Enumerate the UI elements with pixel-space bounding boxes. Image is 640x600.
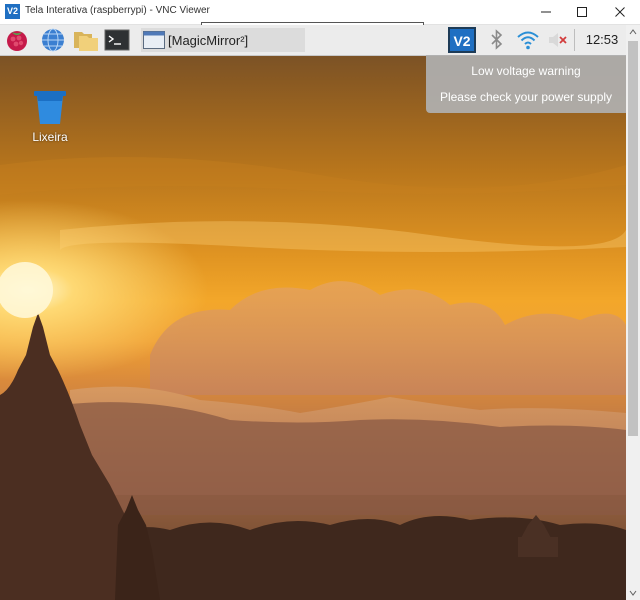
web-browser-launcher[interactable]: [40, 28, 66, 52]
chevron-up-icon: [629, 29, 637, 35]
terminal-launcher[interactable]: [104, 28, 130, 52]
low-voltage-notification[interactable]: Low voltage warning Please check your po…: [426, 55, 626, 113]
bluetooth-tray-button[interactable]: [484, 28, 510, 52]
folder-icon: [74, 32, 98, 51]
close-button[interactable]: [602, 0, 638, 24]
desktop-icon-lixeira[interactable]: Lixeira: [28, 89, 72, 145]
close-icon: [615, 7, 625, 17]
window-title: Tela Interativa (raspberrypi) - VNC View…: [25, 5, 210, 16]
vnc-server-icon: V2: [448, 27, 476, 53]
taskbar-panel: [MagicMirror²] V2 12:53: [0, 25, 626, 56]
terminal-icon: [104, 29, 130, 51]
minimize-icon: [541, 11, 551, 13]
panel-clock[interactable]: 12:53: [578, 25, 626, 55]
tray-separator: [574, 29, 575, 51]
raspberry-icon: [7, 31, 27, 51]
bluetooth-icon: [491, 29, 503, 50]
notification-body: Please check your power supply: [439, 90, 613, 104]
wifi-tray-button[interactable]: [515, 28, 541, 52]
globe-icon: [42, 28, 64, 52]
scroll-down-button[interactable]: [626, 586, 640, 600]
desktop-icon-label: Lixeira: [32, 130, 68, 144]
vnc-server-tray-button[interactable]: V2: [447, 27, 477, 53]
raspberry-menu-button[interactable]: [4, 28, 30, 52]
scroll-up-button[interactable]: [626, 25, 640, 39]
application-window-icon: [143, 31, 165, 49]
trash-icon: [34, 91, 66, 124]
wifi-icon: [517, 31, 539, 50]
svg-text:V2: V2: [453, 33, 470, 49]
taskbar-window-magicmirror[interactable]: [MagicMirror²]: [141, 28, 305, 52]
volume-muted-icon: [549, 33, 567, 47]
vnc-viewer-logo-icon: V2: [5, 4, 20, 19]
window-title-bar[interactable]: V2 Tela Interativa (raspberrypi) - VNC V…: [0, 0, 640, 26]
maximize-icon: [577, 7, 587, 17]
notification-title: Low voltage warning: [471, 64, 581, 78]
maximize-button[interactable]: [564, 0, 600, 24]
chevron-down-icon: [629, 590, 637, 596]
taskbar-window-label: [MagicMirror²]: [168, 32, 249, 48]
volume-tray-button[interactable]: [545, 28, 571, 52]
vertical-scrollbar[interactable]: [626, 25, 640, 600]
minimize-button[interactable]: [528, 0, 564, 24]
scrollbar-thumb[interactable]: [628, 41, 638, 436]
file-manager-launcher[interactable]: [72, 28, 98, 52]
